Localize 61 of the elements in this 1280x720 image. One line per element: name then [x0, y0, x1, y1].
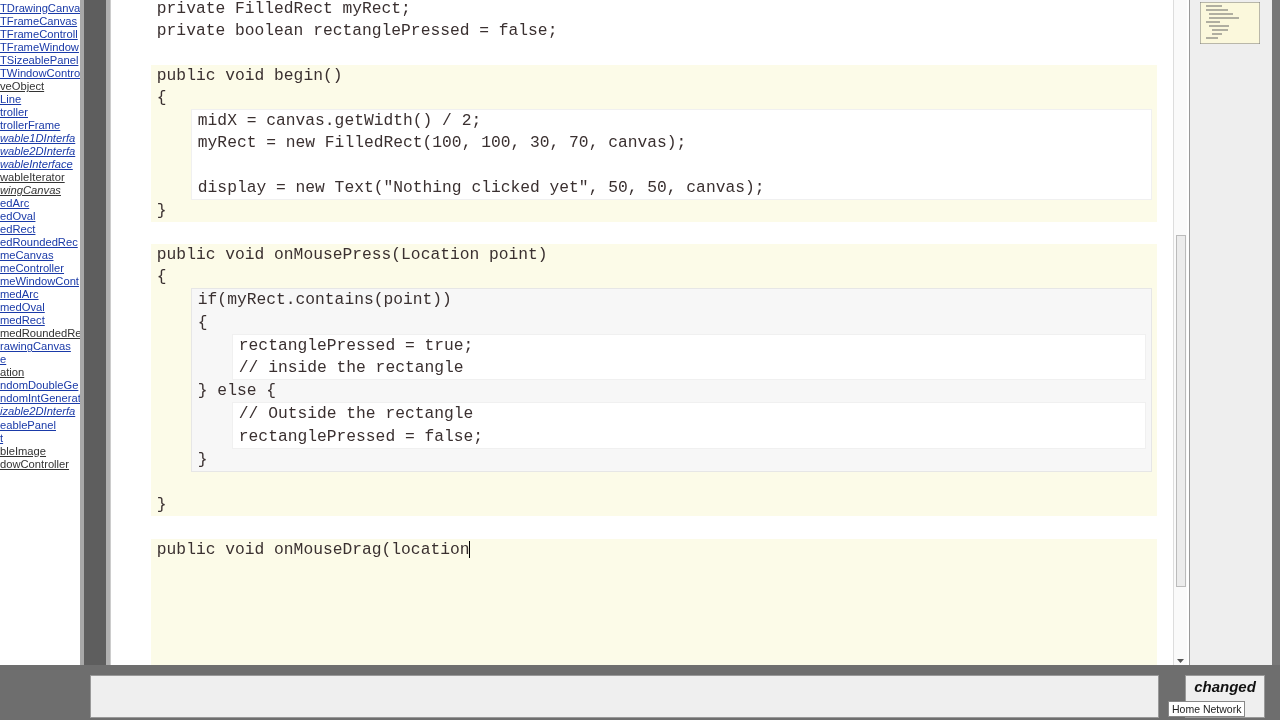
class-link[interactable]: e — [0, 353, 80, 367]
code-line: public void onMouseDrag(location — [156, 538, 470, 561]
code-line: private boolean rectanglePressed = false; — [156, 20, 558, 43]
class-link[interactable]: izable2DInterfa — [0, 405, 80, 419]
class-link[interactable]: veObject — [0, 80, 80, 94]
class-link[interactable]: TWindowContro — [0, 67, 80, 81]
code-line: myRect = new FilledRect(100, 100, 30, 70, canvas); — [197, 132, 687, 155]
class-link[interactable]: wingCanvas — [0, 184, 80, 198]
code-line: } — [156, 494, 167, 517]
class-link[interactable]: ndomIntGenerat — [0, 392, 80, 406]
class-link[interactable]: TFrameControll — [0, 28, 80, 42]
code-line: { — [197, 311, 208, 334]
code-line: public void begin() — [156, 64, 343, 87]
scrollbar[interactable] — [1272, 0, 1280, 665]
code-line: } else { — [197, 380, 276, 403]
code-line: display = new Text("Nothing clicked yet", 50, 50, canvas); — [197, 176, 765, 199]
code-line: rectanglePressed = false; — [238, 425, 484, 448]
class-link[interactable]: rawingCanvas — [0, 340, 80, 354]
code-line: midX = canvas.getWidth() / 2; — [197, 109, 482, 132]
class-link[interactable]: medRect — [0, 314, 80, 328]
class-link[interactable]: troller — [0, 106, 80, 120]
class-link[interactable]: meController — [0, 262, 80, 276]
class-link[interactable]: meWindowCont — [0, 275, 80, 289]
class-link[interactable]: wableInterface — [0, 158, 80, 172]
class-link[interactable]: TSizeablePanel — [0, 54, 80, 68]
class-link[interactable]: TDrawingCanva — [0, 2, 80, 15]
code-line: if(myRect.contains(point)) — [197, 289, 452, 312]
class-link[interactable]: ation — [0, 366, 80, 380]
class-link[interactable]: dowController — [0, 457, 80, 471]
class-link[interactable]: ndomDoubleGe — [0, 379, 80, 393]
code-line: // Outside the rectangle — [238, 403, 474, 426]
class-link[interactable]: t — [0, 431, 80, 445]
scrollbar[interactable] — [1173, 0, 1188, 665]
splitter-bar[interactable] — [79, 0, 110, 665]
network-tooltip: Home Network — [1168, 701, 1246, 717]
class-link[interactable]: edRoundedRec — [0, 236, 80, 250]
class-link[interactable]: eablePanel — [0, 418, 80, 432]
class-link[interactable]: wableIterator — [0, 171, 80, 185]
code-thumbnail-drawing[interactable] — [1200, 2, 1261, 44]
class-link[interactable]: wable1DInterfa — [0, 132, 80, 146]
class-link[interactable]: bleImage — [0, 444, 80, 458]
code-line: private FilledRect myRect; — [156, 0, 411, 20]
class-link[interactable]: TFrameWindow — [0, 41, 80, 55]
class-link[interactable]: edOval — [0, 210, 80, 224]
code-line: public void onMousePress(Location point) — [156, 244, 548, 267]
class-link[interactable]: edRect — [0, 223, 80, 237]
class-link[interactable]: Line — [0, 93, 80, 107]
code-line: } — [156, 199, 167, 222]
code-line: // inside the rectangle — [238, 357, 464, 379]
class-link[interactable]: TFrameCanvas — [0, 15, 80, 29]
scroll-down-icon[interactable] — [1177, 659, 1185, 663]
class-link[interactable]: trollerFrame — [0, 119, 80, 133]
class-link[interactable]: meCanvas — [0, 249, 80, 263]
code-line: rectanglePressed = true; — [238, 334, 474, 357]
class-link[interactable]: edArc — [0, 197, 80, 211]
class-link[interactable]: medOval — [0, 301, 80, 315]
code-line: { — [156, 86, 167, 109]
code-line: } — [197, 448, 208, 471]
class-link[interactable]: wable2DInterfa — [0, 145, 80, 159]
code-line: { — [156, 266, 167, 289]
class-link[interactable]: medArc — [0, 288, 80, 302]
